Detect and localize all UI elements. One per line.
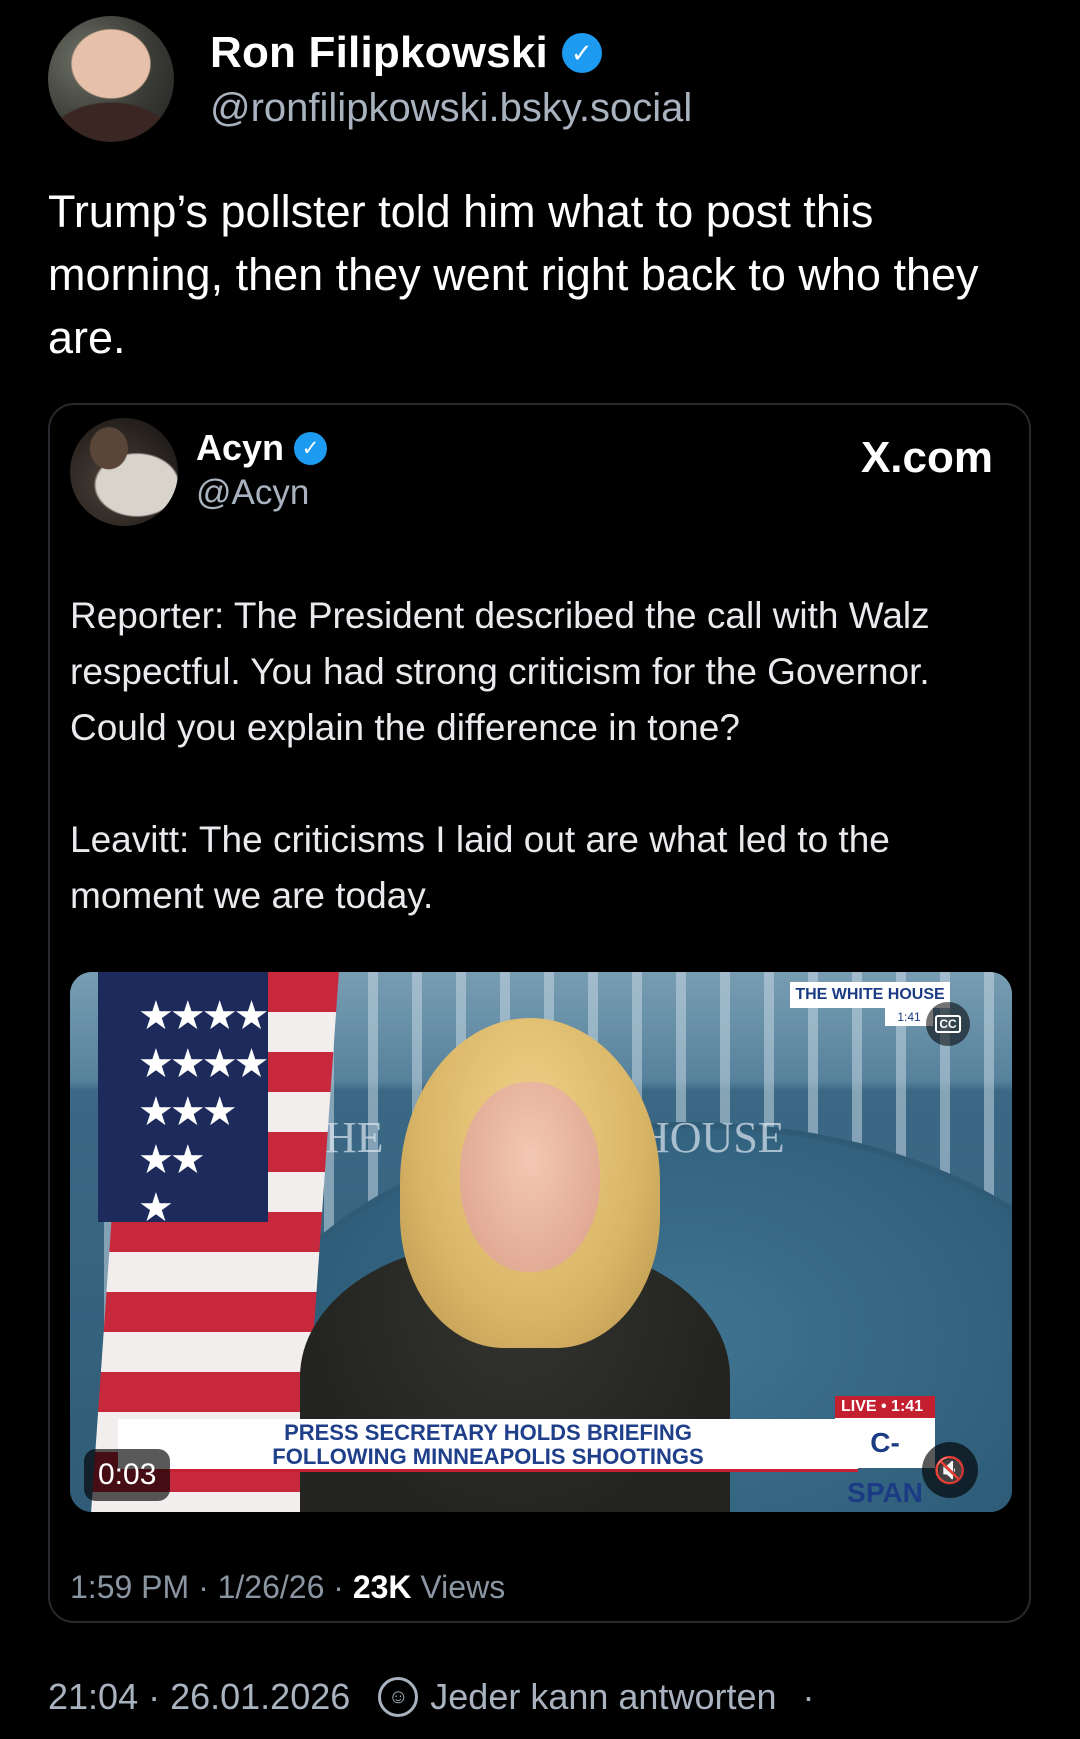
- video-channel-bug: THE WHITE HOUSE: [790, 982, 950, 1008]
- embedded-post-card[interactable]: Acyn ✓ @Acyn X.com Reporter: The Preside…: [48, 403, 1031, 1623]
- author-avatar[interactable]: [48, 16, 174, 142]
- video-network-logo: C-SPAN: [835, 1418, 935, 1508]
- closed-captions-button[interactable]: CC: [926, 1002, 970, 1046]
- embed-author-name-text[interactable]: Acyn: [196, 427, 284, 469]
- embed-author-avatar[interactable]: [70, 418, 178, 526]
- embed-author-display-name[interactable]: Acyn ✓: [196, 427, 328, 469]
- author-handle[interactable]: @ronfilipkowski.bsky.social: [210, 86, 692, 131]
- mute-toggle-button[interactable]: 🔇: [922, 1442, 978, 1498]
- post-date: 26.01.2026: [170, 1676, 351, 1717]
- video-wall-text-right: HOUSE: [638, 1113, 785, 1162]
- separator: ·: [198, 1569, 218, 1605]
- video-player[interactable]: THE HOUSE ★★★★ ★★★★ ★★★ ★★ ★ THE WHITE HOUSE…: [70, 972, 1012, 1512]
- reply-setting-icon: ☺: [378, 1677, 419, 1717]
- video-live-badge: LIVE • 1:41: [835, 1396, 935, 1418]
- embed-time: 1:59 PM: [70, 1569, 190, 1605]
- embed-views-label: Views: [420, 1569, 506, 1605]
- separator: ·: [802, 1676, 815, 1717]
- embed-date: 1/26/26: [217, 1569, 325, 1605]
- embed-text: Reporter: The President described the ca…: [70, 595, 930, 916]
- verified-badge-icon: ✓: [561, 33, 602, 73]
- video-flag-stars: ★★★★ ★★★★ ★★★ ★★ ★: [138, 994, 269, 1230]
- separator: ·: [138, 1676, 171, 1717]
- post-meta: 21:04 · 26.01.2026 ☺ Jeder kann antworte…: [48, 1676, 815, 1718]
- chyron-line-1: PRESS SECRETARY HOLDS BRIEFING: [284, 1420, 692, 1445]
- post-text: Trump’s pollster told him what to post t…: [48, 186, 979, 363]
- author-name-text[interactable]: Ron Filipkowski: [210, 28, 548, 78]
- video-flag-canton: ★★★★ ★★★★ ★★★ ★★ ★: [98, 972, 269, 1230]
- chyron-line-2: FOLLOWING MINNEAPOLIS SHOOTINGS: [272, 1444, 704, 1469]
- reply-setting-text[interactable]: Jeder kann antworten: [430, 1676, 776, 1718]
- post-time: 21:04: [48, 1676, 139, 1717]
- cc-icon: CC: [935, 1015, 961, 1033]
- separator: ·: [333, 1569, 353, 1605]
- video-chyron: PRESS SECRETARY HOLDS BRIEFING FOLLOWING…: [118, 1419, 858, 1472]
- video-duration: 0:03: [84, 1449, 171, 1501]
- video-speaker-face: [460, 1082, 600, 1272]
- embed-author-handle[interactable]: @Acyn: [196, 473, 309, 513]
- verified-badge-icon: ✓: [294, 431, 328, 465]
- embed-views-count: 23K: [352, 1569, 412, 1605]
- source-label: X.com: [860, 433, 993, 482]
- speaker-muted-icon: 🔇: [933, 1454, 967, 1485]
- author-display-name[interactable]: Ron Filipkowski ✓: [210, 28, 602, 78]
- embed-meta: 1:59 PM · 1/26/26 · 23K Views: [70, 1569, 505, 1606]
